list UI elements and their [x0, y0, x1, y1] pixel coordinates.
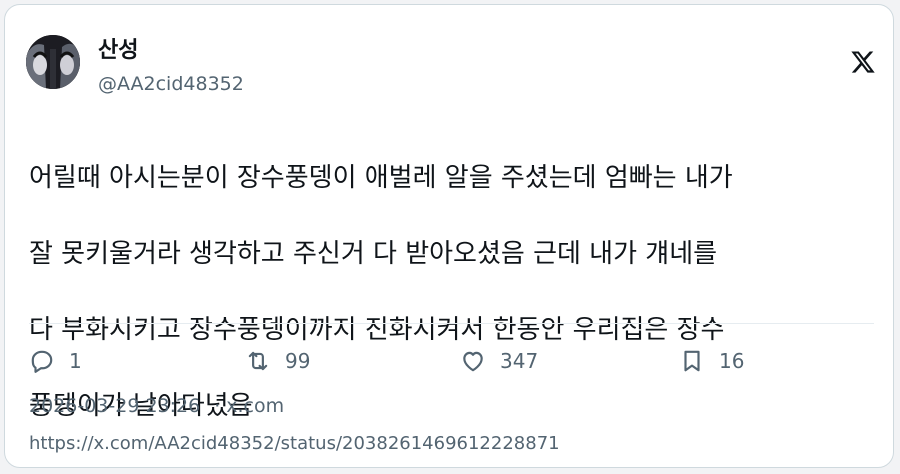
reply-count: 1 — [69, 349, 82, 373]
tweet-card: 산성 @AA2cid48352 어릴때 아시는분이 장수풍뎅이 애벌레 알을 주… — [4, 4, 894, 468]
bookmark-count: 16 — [719, 349, 745, 373]
avatar[interactable] — [26, 35, 80, 89]
bookmark-button[interactable]: 16 — [679, 341, 744, 381]
meta-separator: · — [214, 395, 221, 417]
tweet-text-line: 잘 못키울거라 생각하고 주신거 다 받아오셨음 근데 내가 걔네를 — [29, 239, 718, 269]
tweet-text-line: 다 부화시키고 장수풍뎅이까지 진화시켜서 한동안 우리집은 장수 — [29, 315, 725, 345]
divider — [29, 323, 874, 324]
tweet-text-line: 어릴때 아시는분이 장수풍뎅이 애벌레 알을 주셨는데 엄빠는 내가 — [29, 163, 733, 193]
tweet-url[interactable]: https://x.com/AA2cid48352/status/2038261… — [29, 431, 560, 457]
heart-icon — [463, 351, 483, 372]
bookmark-icon — [684, 350, 700, 372]
author-display-name[interactable]: 산성 — [98, 37, 138, 65]
like-count: 347 — [500, 349, 539, 373]
author-handle[interactable]: @AA2cid48352 — [98, 72, 244, 96]
x-logo-icon[interactable] — [850, 49, 876, 75]
reply-button[interactable]: 1 — [29, 341, 82, 381]
tweet-meta: 2026-03-29 23:26 · x.com — [29, 393, 284, 419]
retweet-button[interactable]: 99 — [245, 341, 310, 381]
site-name[interactable]: x.com — [226, 395, 284, 417]
reply-icon — [31, 350, 53, 373]
avatar-image — [26, 35, 80, 89]
like-button[interactable]: 347 — [460, 341, 538, 381]
retweet-icon — [248, 351, 268, 371]
retweet-count: 99 — [285, 349, 311, 373]
timestamp[interactable]: 2026-03-29 23:26 — [29, 395, 200, 417]
